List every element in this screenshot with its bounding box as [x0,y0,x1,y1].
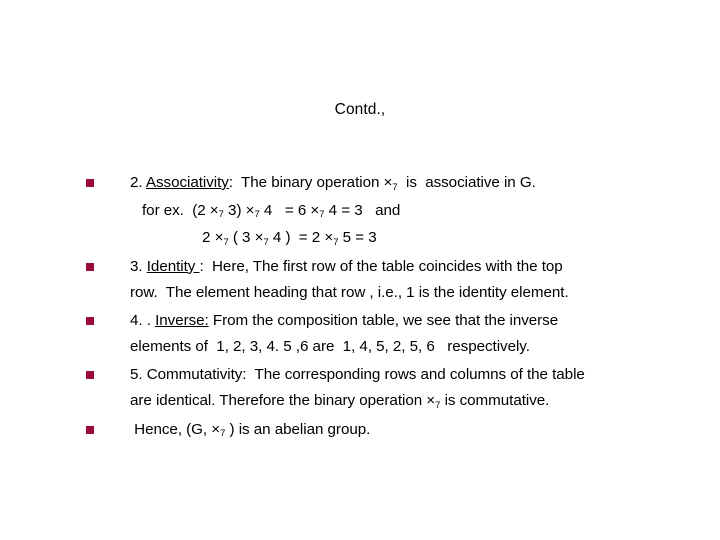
list-item-commutativity[interactable]: 5. Commutativity: The corresponding rows… [86,362,706,416]
inverse-number: 4. . [130,311,151,329]
inverse-heading: Inverse: [155,311,209,329]
modulus-subscript: 7 [263,235,269,247]
list-item-inverse[interactable]: 4. . Inverse: From the composition table… [86,308,706,361]
square-bullet-icon [86,179,94,187]
times-mod7-operator: ×7 [245,201,260,220]
associativity-line-1: 2. Associativity: The binary operation ×… [130,170,706,198]
times-mod7-operator: ×7 [310,201,325,220]
modulus-subscript: 7 [435,398,441,410]
modulus-subscript: 7 [319,208,325,220]
list-item-body: 4. . Inverse: From the composition table… [130,308,706,361]
list-item-associativity[interactable]: 2. Associativity: The binary operation ×… [86,170,706,253]
example-part-c: 4 = 6 [259,201,311,219]
square-bullet-icon [86,370,94,379]
associativity-heading: Associativity [145,174,229,191]
example-part-d: 4 = 3 and [324,201,401,219]
inverse-line-2: elements of 1, 2, 3, 4. 5 ,6 are 1, 4, 5… [130,338,530,355]
commutativity-line-2: are identical. Therefore the binary oper… [130,388,706,416]
associativity-line-2: for ex. (2 ×7 3) ×7 4 = 6 ×7 4 = 3 and [130,198,706,226]
commutativity-line-1: 5. Commutativity: The corresponding rows… [130,365,585,383]
modulus-subscript: 7 [254,208,260,220]
example2-part-d: 5 = 3 [338,229,377,246]
associativity-line-3: 2 ×7 ( 3 ×7 4 ) = 2 ×7 5 = 3 [130,225,706,253]
associativity-tail: is associative in G. [397,174,536,191]
inverse-line-1: 4. . Inverse: From the composition table… [130,308,706,335]
list-item-body: 5. Commutativity: The corresponding rows… [130,362,706,416]
conclusion-tail: ) is an abelian group. [225,420,371,438]
list-item-body: 2. Associativity: The binary operation ×… [130,170,706,253]
square-bullet-icon [86,316,94,325]
associativity-number: 2. [130,174,143,191]
slide-canvas: Contd., 2. Associativity: The binary ope… [0,0,720,540]
modulus-subscript: 7 [220,427,226,439]
times-mod7-operator: ×7 [209,201,224,220]
identity-line-2: row. The element heading that row , i.e.… [130,284,569,301]
list-item-body: 3. Identity : Here, The first row of the… [130,254,706,307]
commutativity-statement: are identical. Therefore the binary oper… [130,392,427,409]
list-item-identity[interactable]: 3. Identity : Here, The first row of the… [86,254,706,307]
bullet-list: 2. Associativity: The binary operation ×… [86,170,706,445]
example-prefix: for ex. (2 [142,201,210,219]
square-bullet-icon [86,262,94,271]
times-mod7-operator: ×7 [383,174,398,192]
conclusion-line-1: Hence, (G, ×7 ) is an abelian group. [130,417,706,445]
times-mod7-operator: ×7 [254,229,269,247]
identity-line-1: 3. Identity : Here, The first row of the… [130,254,706,281]
example2-prefix: 2 [202,229,215,246]
modulus-subscript: 7 [218,208,224,220]
modulus-subscript: 7 [223,235,229,247]
example2-part-c: 4 ) = 2 [268,229,325,246]
square-bullet-icon [86,425,94,434]
commutativity-tail: is commutative. [440,392,550,409]
identity-heading: Identity [146,257,200,275]
page-title: Contd., [334,101,386,118]
example-part-b: 3) [223,201,246,219]
modulus-subscript: 7 [333,235,339,247]
conclusion-prefix: Hence, (G, [130,420,212,438]
times-mod7-operator: ×7 [426,392,441,410]
identity-statement: : Here, The first row of the table coinc… [199,257,563,275]
identity-number: 3. [130,257,143,275]
inverse-statement: From the composition table, we see that … [208,311,559,329]
modulus-subscript: 7 [392,180,398,192]
example2-part-b: ( 3 [228,229,255,246]
times-mod7-operator: ×7 [324,229,339,247]
times-mod7-operator: ×7 [211,420,226,439]
times-mod7-operator: ×7 [214,229,229,247]
associativity-statement: : The binary operation [228,174,384,191]
list-item-body: Hence, (G, ×7 ) is an abelian group. [130,417,706,445]
list-item-conclusion[interactable]: Hence, (G, ×7 ) is an abelian group. [86,417,706,445]
